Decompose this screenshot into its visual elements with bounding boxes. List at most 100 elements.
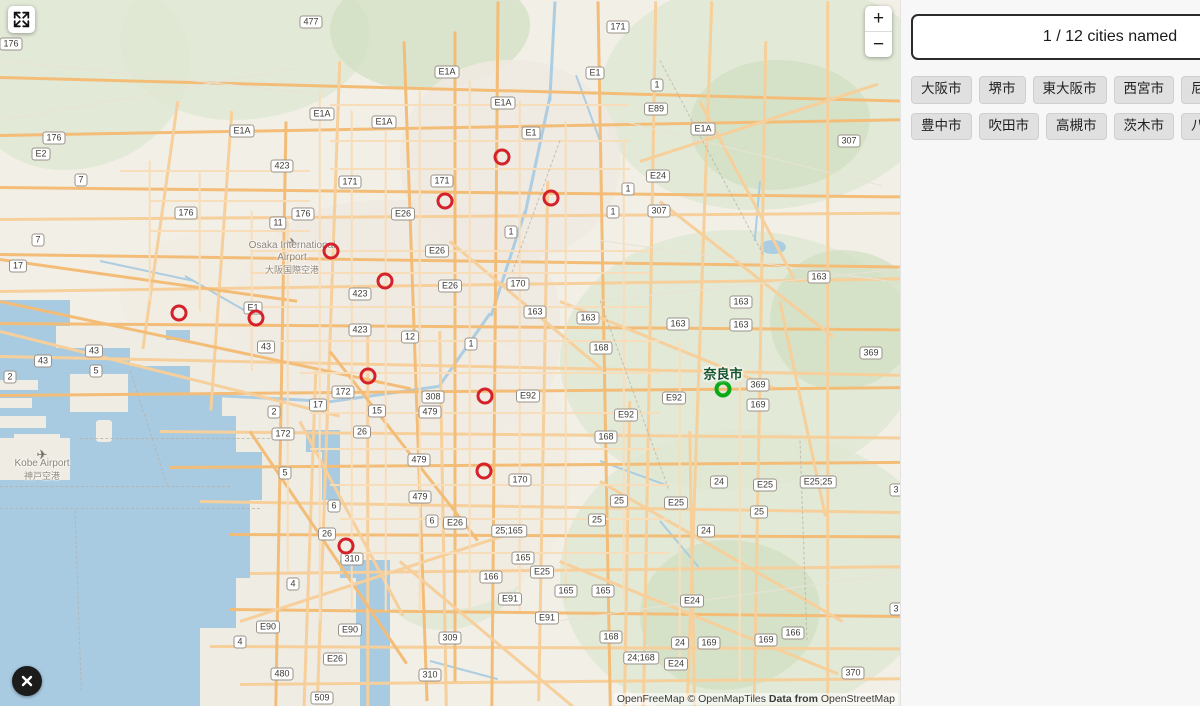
road-shield: E25 xyxy=(663,496,689,510)
road-shield: 369 xyxy=(859,346,883,360)
road-shield: 176 xyxy=(42,131,66,145)
road-shield: E2 xyxy=(31,147,51,161)
road xyxy=(385,130,387,611)
road-shield: 477 xyxy=(299,15,323,29)
road-shield: 17 xyxy=(308,398,328,412)
zoom-out-button[interactable]: − xyxy=(865,32,892,57)
road-shield: 172 xyxy=(331,385,355,399)
road-shield: 171 xyxy=(430,174,454,188)
railway xyxy=(599,240,888,282)
port-island xyxy=(200,628,360,706)
road xyxy=(0,211,900,221)
city-chip[interactable]: 大阪市 xyxy=(911,76,972,104)
road-shield: 26 xyxy=(352,425,372,439)
road xyxy=(659,200,835,338)
city-chip[interactable]: 高槻市 xyxy=(1046,112,1107,141)
road-shield: E24 xyxy=(679,594,705,608)
road-shield: 308 xyxy=(421,390,445,404)
road-shield: E25 xyxy=(529,565,555,579)
road-shield: E26 xyxy=(390,207,416,221)
river xyxy=(184,275,247,312)
road xyxy=(150,230,310,232)
road-shield: E1A xyxy=(434,65,460,79)
port-island xyxy=(96,420,112,442)
road-shield: E1A xyxy=(309,107,335,121)
road-shield: 11 xyxy=(269,216,287,230)
river xyxy=(489,211,527,317)
road xyxy=(419,90,421,611)
city-chip[interactable]: 堺市 xyxy=(978,76,1026,104)
city-chip-row: 豊中市吹田市高槻市茨木市八尾市 xyxy=(911,112,1200,141)
road-shield: 1 xyxy=(621,182,635,196)
road-shield: 24 xyxy=(670,636,690,650)
admin-boundary xyxy=(799,440,808,641)
terrain-patch xyxy=(770,250,900,390)
road-shield: 1 xyxy=(504,225,518,239)
map-pane[interactable]: 477 171 176 E1A E1 1 E1A E1A E89 176 E1A E1A E1 E1A E2… xyxy=(0,0,900,706)
city-marker-unnamed[interactable] xyxy=(493,148,511,166)
city-marker-unnamed[interactable] xyxy=(476,387,494,405)
road xyxy=(330,104,630,106)
port-island xyxy=(0,438,70,480)
port-island xyxy=(0,398,32,408)
road xyxy=(328,350,479,542)
port-island xyxy=(0,380,38,390)
city-chip[interactable]: 吹田市 xyxy=(978,112,1039,141)
river xyxy=(548,1,557,102)
city-chip[interactable]: 東大阪市 xyxy=(1032,76,1107,104)
city-marker-unnamed[interactable] xyxy=(376,272,394,290)
side-panel: 1 / 12 cities named 大阪市堺市東大阪市西宮市尼崎市枚方市豊中… xyxy=(900,0,1200,706)
port-island xyxy=(222,394,294,416)
zoom-controls[interactable]: + − xyxy=(865,6,892,57)
terrain-patch xyxy=(600,0,900,210)
city-marker-named[interactable] xyxy=(714,380,732,398)
city-chip[interactable]: 尼崎市 xyxy=(1181,76,1200,104)
attribution-copyright[interactable]: © OpenMapTiles xyxy=(687,693,766,705)
railway xyxy=(559,574,887,621)
city-marker-unnamed[interactable] xyxy=(247,309,265,327)
road-shield: 17 xyxy=(8,259,28,273)
road xyxy=(310,448,660,450)
zoom-in-button[interactable]: + xyxy=(865,6,892,32)
city-chip[interactable]: 茨木市 xyxy=(1113,112,1174,141)
attribution-provider[interactable]: OpenFreeMap xyxy=(617,693,685,705)
road xyxy=(0,277,900,293)
road xyxy=(330,140,630,142)
road-shield: 165 xyxy=(554,584,578,598)
road-shield: E1A xyxy=(229,124,255,138)
road-shield: 170 xyxy=(508,473,532,487)
close-icon xyxy=(21,675,33,687)
road xyxy=(0,258,298,303)
city-marker-unnamed[interactable] xyxy=(542,189,560,207)
city-marker-unnamed[interactable] xyxy=(359,367,377,385)
counter-text: 1 / 12 cities named xyxy=(1042,28,1178,45)
road-shield: 479 xyxy=(408,490,432,504)
road-shield: 1 xyxy=(464,337,478,351)
road-shield: 166 xyxy=(479,570,503,584)
river xyxy=(437,312,492,389)
railway xyxy=(619,120,883,187)
city-marker-unnamed[interactable] xyxy=(475,462,493,480)
road-shield: 171 xyxy=(338,175,362,189)
railway xyxy=(0,67,296,121)
road-shield: 307 xyxy=(647,204,671,218)
city-marker-unnamed[interactable] xyxy=(322,242,340,260)
urban-area xyxy=(400,60,620,260)
road-shield: 370 xyxy=(841,666,865,680)
map-canvas[interactable]: 477 171 176 E1A E1 1 E1A E1A E89 176 E1A E1A E1 E1A E2… xyxy=(0,0,900,706)
road xyxy=(399,560,593,706)
close-button[interactable] xyxy=(12,666,42,696)
city-marker-unnamed[interactable] xyxy=(170,304,188,322)
road-shield: 25 xyxy=(749,505,769,519)
city-chip[interactable]: 八尾市 xyxy=(1181,112,1200,141)
city-chip[interactable]: 西宮市 xyxy=(1113,76,1174,104)
river xyxy=(99,260,194,282)
railway xyxy=(0,60,319,95)
attribution-data-source[interactable]: OpenStreetMap xyxy=(821,693,895,705)
fullscreen-button[interactable] xyxy=(8,6,35,33)
city-marker-unnamed[interactable] xyxy=(436,192,454,210)
city-chip[interactable]: 豊中市 xyxy=(911,112,972,141)
river xyxy=(599,460,667,486)
road xyxy=(330,168,630,170)
city-marker-unnamed[interactable] xyxy=(337,537,355,555)
